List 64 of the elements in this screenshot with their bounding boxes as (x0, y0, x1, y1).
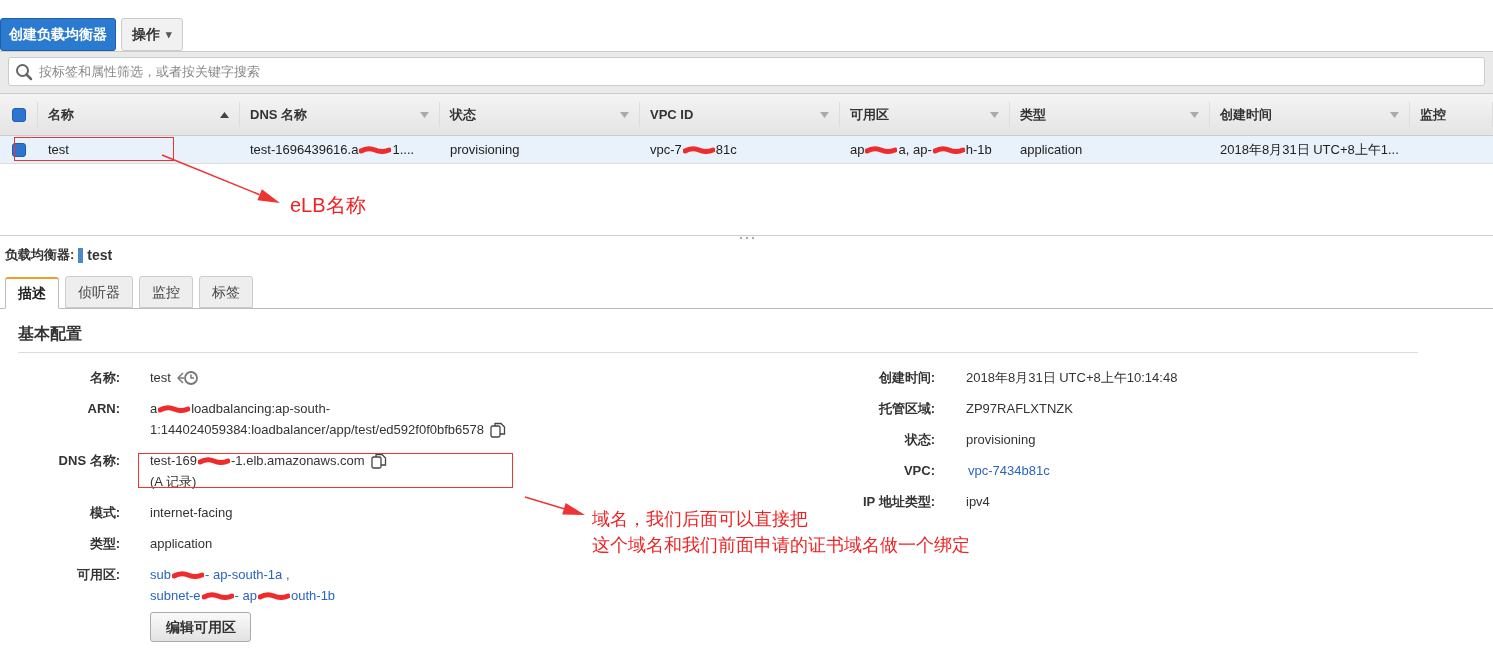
field-value: ZP97RAFLXTNZK (966, 400, 1073, 418)
actions-button[interactable]: 操作 ▾ (121, 17, 183, 51)
table-cell-text: h-1b (965, 140, 992, 159)
field-value: loadbalancing:ap-south- (191, 400, 330, 418)
table-cell-text: 2018年8月31日 UTC+8上午1... (1220, 140, 1399, 159)
table-cell-text: vpc-7 (650, 140, 682, 159)
field-value: -1.elb.amazonaws.com (231, 452, 365, 470)
field-label: ARN: (86, 400, 120, 418)
annotation-text: 这个域名和我们前面申请的证书域名做一个绑定 (592, 534, 970, 557)
field-label: 可用区: (75, 566, 120, 584)
field-value: test (150, 369, 171, 387)
table-cell-text: test (48, 140, 69, 159)
field-label: 类型: (88, 535, 120, 553)
table-cell-text: 1.... (392, 140, 415, 159)
edit-availability-zones-button[interactable]: 编辑可用区 (150, 612, 251, 642)
field-label: 创建时间: (877, 369, 935, 387)
column-header[interactable]: DNS 名称 (250, 104, 308, 125)
field-value: a (150, 400, 158, 418)
tab[interactable]: 侦听器 (65, 276, 133, 308)
section-title: 基本配置 (18, 322, 1418, 353)
annotation-text: eLB名称 (290, 193, 366, 218)
field-label: DNS 名称: (57, 452, 120, 470)
field-label: VPC: (902, 462, 935, 480)
field-value: application (150, 535, 213, 553)
field-label: 状态: (903, 431, 935, 449)
column-header[interactable]: 创建时间 (1220, 104, 1272, 125)
column-header[interactable]: 类型 (1020, 104, 1046, 125)
column-header[interactable]: 名称 (48, 104, 74, 125)
column-header[interactable]: VPC ID (650, 104, 694, 125)
table-cell-text: provisioning (450, 140, 520, 159)
field-value: test-169 (150, 452, 197, 470)
tab[interactable]: 标签 (199, 276, 253, 308)
table-cell-text: ap (850, 140, 865, 159)
table-cell-text: test-1696439616.a (250, 140, 359, 159)
subnet-link[interactable]: outh-1b (291, 585, 336, 606)
table-cell-text: application (1020, 140, 1083, 159)
field-value: 1:144024059384:loadbalancer/app/test/ed592f0f0bfb6578 (150, 421, 484, 439)
table-cell-text: a, ap- (898, 140, 932, 159)
load-balancer-name: test (87, 245, 113, 265)
column-header[interactable]: 监控 (1420, 104, 1446, 125)
column-header[interactable]: 状态 (450, 104, 476, 125)
tab[interactable]: 监控 (139, 276, 193, 308)
vpc-link[interactable]: vpc-7434b81c (966, 460, 1050, 481)
search-field[interactable]: 按标签和属性筛选，或者按关键字搜索 (8, 57, 1485, 86)
field-label: 托管区域: (877, 400, 935, 418)
field-value: 2018年8月31日 UTC+8上午10:14:48 (966, 369, 1178, 387)
subnet-link[interactable]: - ap-south-1a , (204, 564, 290, 585)
column-header[interactable]: 可用区 (850, 104, 889, 125)
field-label: 模式: (88, 504, 120, 522)
annotation-text: 域名，我们后面可以直接把 (592, 508, 809, 531)
create-load-balancer-button[interactable]: 创建负载均衡器 (0, 17, 116, 51)
tab[interactable]: 描述 (5, 277, 59, 309)
subnet-link[interactable]: sub (150, 564, 171, 585)
table-row[interactable]: test test-1696439616.a 1.... provisioning vpc-7 81c ap a, ap- h-1b application 2018年8月31日 UTC+8上午1... (0, 136, 1493, 164)
field-value: internet-facing (150, 504, 233, 522)
panel-label: 负载均衡器: (5, 246, 75, 265)
table-cell-text: 81c (715, 140, 737, 159)
field-value: provisioning (966, 431, 1036, 449)
caret-icon: ▾ (166, 25, 172, 43)
field-label: IP 地址类型: (862, 493, 935, 511)
subnet-link[interactable]: - ap (234, 585, 257, 606)
subnet-link[interactable]: subnet-e (150, 585, 201, 606)
field-label: 名称: (88, 369, 120, 387)
field-value: ipv4 (966, 493, 990, 511)
